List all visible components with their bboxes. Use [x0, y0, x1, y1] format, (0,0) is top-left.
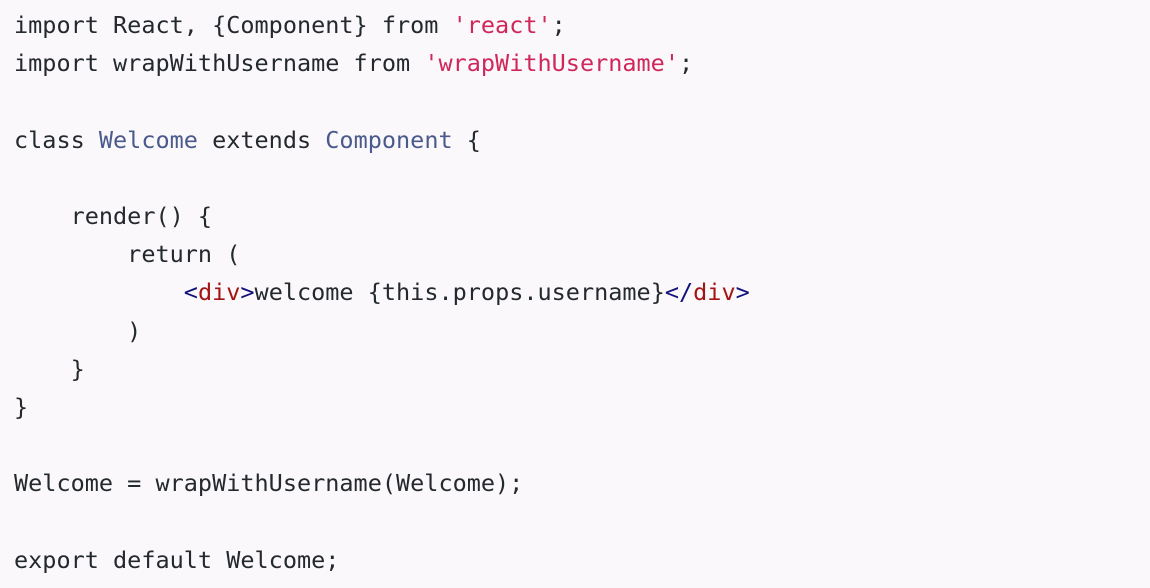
code-line[interactable]: )	[14, 312, 1150, 350]
code-token-bracket: >	[240, 278, 255, 307]
code-line-blank[interactable]	[14, 502, 1150, 540]
code-token-plain: {	[452, 125, 481, 154]
code-token-plain: ;	[678, 49, 694, 78]
code-token-plain: return (	[14, 240, 241, 269]
code-token-plain: import wrapWithUsername from	[14, 49, 425, 78]
code-line[interactable]: Welcome = wrapWithUsername(Welcome);	[14, 464, 1150, 502]
code-token-string: 'wrapWithUsername'	[424, 49, 679, 78]
code-line[interactable]: export default Welcome;	[14, 541, 1150, 579]
code-line[interactable]: }	[14, 350, 1150, 388]
code-token-plain: class	[14, 125, 99, 154]
code-token-plain: export default Welcome;	[14, 545, 340, 574]
code-line[interactable]: return (	[14, 235, 1150, 273]
code-editor-surface[interactable]: import React, {Component} from 'react'; i…	[0, 0, 1150, 588]
code-token-type: Component	[325, 125, 453, 154]
code-token-plain: welcome {this.props.username}	[254, 278, 665, 307]
code-token-plain: }	[14, 392, 29, 421]
code-token-plain: import React, {Component} from	[14, 11, 453, 39]
code-token-plain: }	[14, 354, 85, 383]
code-token-bracket: >	[735, 278, 750, 307]
code-token-tagname: div	[693, 278, 736, 307]
code-token-tagname: div	[197, 278, 241, 307]
code-line[interactable]: import React, {Component} from 'react';	[14, 6, 1150, 44]
code-token-plain: ;	[551, 11, 566, 39]
code-line[interactable]: import wrapWithUsername from 'wrapWithUs…	[14, 44, 1150, 82]
code-line[interactable]: }	[14, 388, 1150, 426]
code-token-bracket: </	[664, 278, 694, 307]
code-token-plain: )	[14, 316, 142, 345]
code-token-bracket: <	[183, 278, 198, 307]
code-token-plain: Welcome = wrapWithUsername(Welcome);	[14, 469, 524, 498]
code-line[interactable]: <div>welcome {this.props.username}</div>	[14, 273, 1150, 311]
code-token-type: Welcome	[98, 125, 198, 154]
code-token-string: 'react'	[452, 11, 552, 39]
code-token-plain: render() {	[14, 201, 213, 230]
code-line[interactable]: render() {	[14, 197, 1150, 235]
code-line[interactable]: class Welcome extends Component {	[14, 121, 1150, 159]
code-token-plain: extends	[197, 125, 326, 154]
code-line-blank[interactable]	[14, 159, 1150, 197]
code-line-blank[interactable]	[14, 82, 1150, 120]
code-line-blank[interactable]	[14, 426, 1150, 464]
